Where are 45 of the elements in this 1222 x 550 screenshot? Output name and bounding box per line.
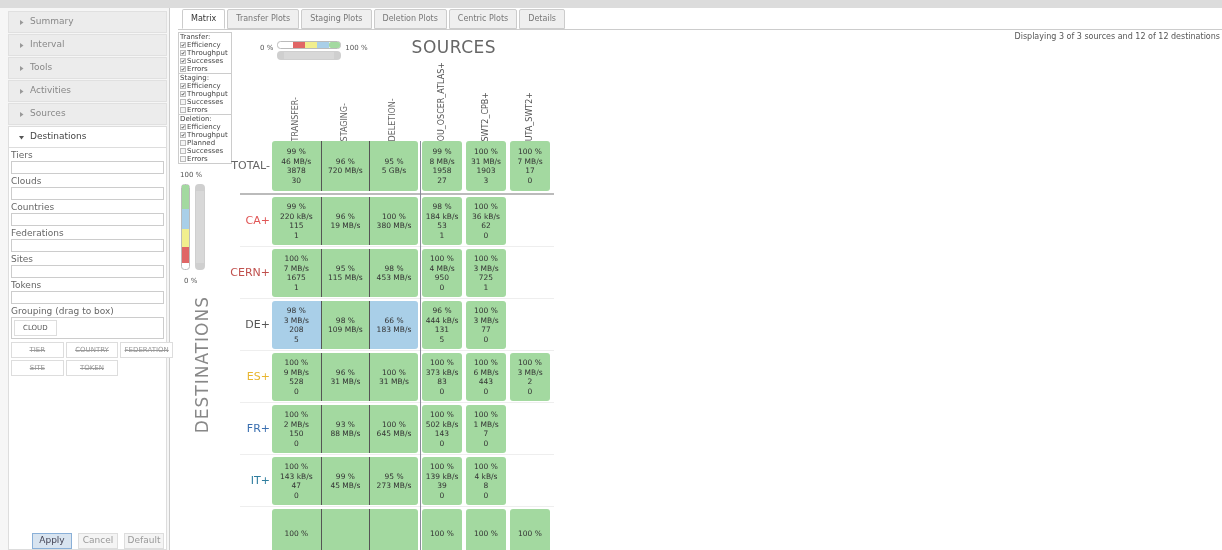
tab[interactable]: Centric Plots: [448, 9, 518, 29]
caret-icon: [19, 88, 24, 94]
tab[interactable]: Staging Plots: [301, 9, 372, 29]
row-label[interactable]: FR+: [246, 421, 270, 438]
input-field[interactable]: [11, 265, 164, 278]
caret-icon: [19, 19, 24, 25]
row-label[interactable]: TOTAL-: [231, 158, 270, 175]
matrix-cell[interactable]: [320, 509, 370, 550]
field-label: Sites: [11, 254, 34, 265]
input-field[interactable]: [11, 187, 164, 200]
field-label: Grouping (drag to box): [11, 306, 115, 317]
row-label[interactable]: DE+: [245, 317, 270, 334]
caret-icon: [19, 42, 24, 48]
row-label[interactable]: IT+: [250, 473, 270, 490]
row-label[interactable]: CERN+: [230, 265, 270, 282]
column-header[interactable]: SWT2_CPB+: [480, 89, 492, 142]
column-header[interactable]: STAGING-: [338, 94, 351, 142]
tab[interactable]: Details: [519, 9, 565, 29]
column-header[interactable]: OU_OSCER_ATLAS+: [436, 60, 448, 142]
input-field[interactable]: [11, 213, 164, 226]
field-label: Clouds: [11, 176, 43, 187]
tab[interactable]: Transfer Plots: [227, 9, 300, 29]
matrix-cell[interactable]: [369, 509, 418, 550]
column-header[interactable]: TRANSFER-: [290, 94, 303, 142]
accordion-header[interactable]: Destinations: [8, 126, 167, 148]
input-field[interactable]: [11, 239, 164, 252]
column-header[interactable]: UTA_SWT2+: [524, 90, 536, 142]
axis-title: SOURCES: [411, 36, 497, 60]
caret-icon: [19, 134, 24, 140]
caret-icon: [19, 111, 24, 117]
field-label: Tokens: [11, 280, 43, 291]
color-scale-drawing: [277, 40, 342, 49]
column-header[interactable]: DELETION-: [387, 94, 400, 142]
tab[interactable]: Deletion Plots: [373, 9, 447, 29]
field-label: Countries: [11, 202, 56, 213]
status-text: Displaying 3 of 3 sources and 12 of 12 destinations: [1014, 31, 1220, 43]
caret-icon: [19, 65, 24, 71]
tab[interactable]: Matrix: [182, 9, 226, 29]
input-field[interactable]: [11, 291, 164, 304]
field-label: Federations: [11, 228, 65, 239]
axis-title: DESTINATIONS: [191, 296, 213, 434]
action-button[interactable]: Apply: [32, 533, 72, 549]
field-label: Tiers: [11, 150, 34, 161]
input-field[interactable]: [11, 161, 164, 174]
row-label[interactable]: CA+: [245, 213, 270, 230]
